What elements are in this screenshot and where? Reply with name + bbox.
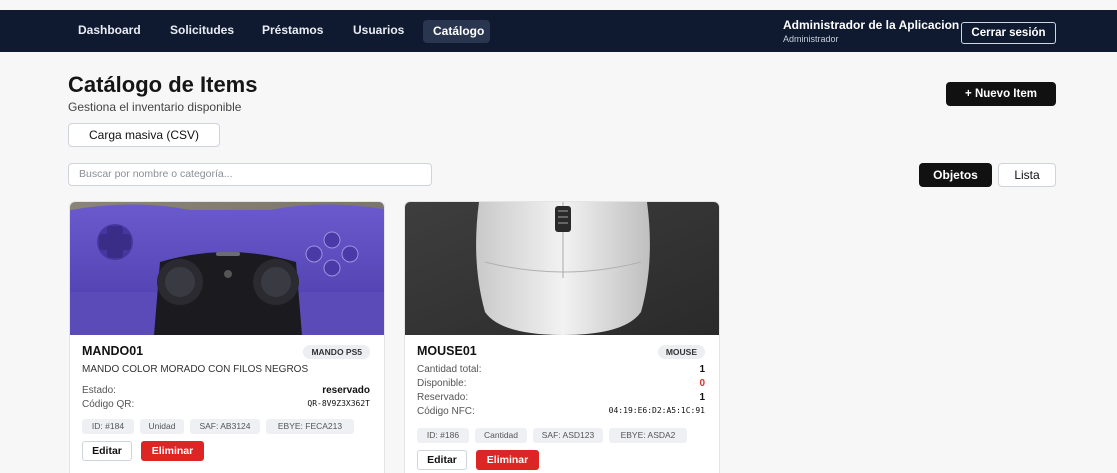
tag-ebye: EBYE: ASDA2 [609,428,687,443]
category-badge: MANDO PS5 [303,345,370,359]
nav-catalogo-label: Catálogo [433,24,485,38]
delete-button[interactable]: Eliminar [141,441,204,461]
tag-saf: SAF: ASD123 [533,428,603,443]
qr-code-value: QR-8V9Z3X362T [307,399,370,408]
nav-prestamos[interactable]: Préstamos [262,23,323,37]
category-badge: MOUSE [657,345,705,359]
available-value: 0 [699,378,705,389]
logout-button[interactable]: Cerrar sesión [961,22,1056,44]
reserved-value: 1 [699,392,705,403]
search-input[interactable]: Buscar por nombre o categoría... [68,163,432,186]
view-list-button[interactable]: Lista [998,163,1056,187]
tag-id: ID: #186 [417,428,469,443]
tag-type: Cantidad [475,428,527,443]
field-label: Reservado: [417,392,469,403]
item-name: MANDO01 [82,344,144,358]
status-value: reservado [322,385,370,396]
item-description: MANDO COLOR MORADO CON FILOS NEGROS [82,364,309,375]
nfc-code-value: 04:19:E6:D2:A5:1C:91 [608,406,705,415]
user-name: Administrador de la Aplicacion [783,18,960,32]
tag-ebye: EBYE: FECA213 [266,419,354,434]
user-role: Administrador [783,34,839,44]
total-quantity-value: 1 [699,364,705,375]
top-navbar: Dashboard Solicitudes Préstamos Usuarios… [0,10,1117,52]
nav-usuarios[interactable]: Usuarios [353,23,404,37]
edit-button[interactable]: Editar [82,441,132,461]
nav-dashboard[interactable]: Dashboard [78,23,141,37]
page-subtitle: Gestiona el inventario disponible [68,100,242,114]
field-label: Cantidad total: [417,364,482,375]
item-card-mouse01: MOUSE01 MOUSE Cantidad total: 1 Disponib… [404,201,720,473]
item-name: MOUSE01 [417,344,477,358]
nav-catalogo[interactable]: Catálogo [423,20,490,43]
item-card-mando01: MANDO01 MANDO PS5 MANDO COLOR MORADO CON… [69,201,385,473]
field-label: Código NFC: [417,406,475,417]
field-label: Código QR: [82,399,135,410]
page-title: Catálogo de Items [68,72,258,97]
bulk-upload-csv-button[interactable]: Carga masiva (CSV) [68,123,220,147]
edit-button[interactable]: Editar [417,450,467,470]
new-item-button[interactable]: + Nuevo Item [946,82,1056,106]
gamepad-image [70,202,384,335]
tag-saf: SAF: AB3124 [190,419,260,434]
delete-button[interactable]: Eliminar [476,450,539,470]
mouse-image [405,202,719,335]
view-objects-button[interactable]: Objetos [919,163,992,187]
tag-type: Unidad [140,419,184,434]
nav-solicitudes[interactable]: Solicitudes [170,23,234,37]
field-label: Disponible: [417,378,467,389]
field-label: Estado: [82,385,116,396]
tag-id: ID: #184 [82,419,134,434]
